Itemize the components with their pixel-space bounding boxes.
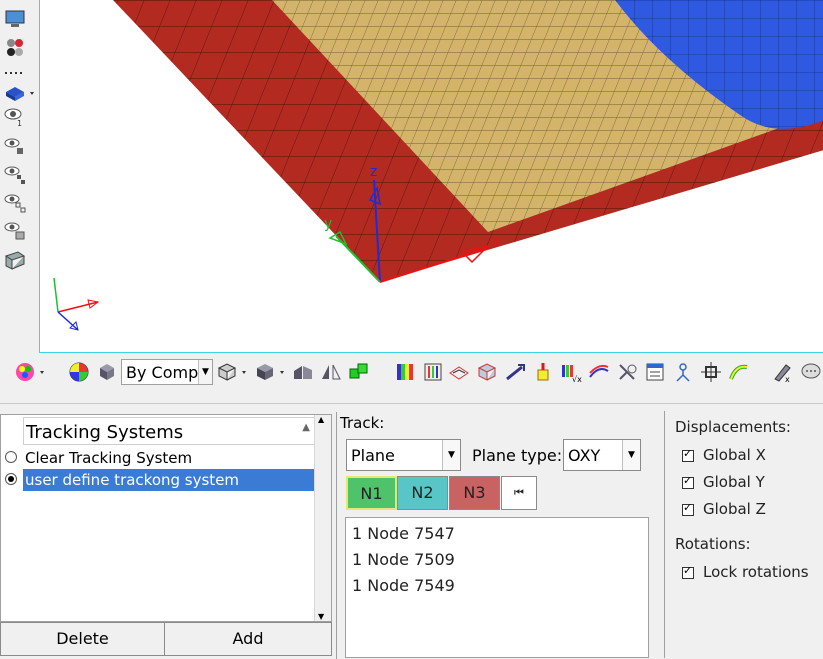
tracking-systems-list[interactable]: Tracking Systems ▲ Clear Tracking System… (0, 414, 332, 622)
list-item[interactable]: 1 Node 7547 (352, 524, 455, 543)
axis-label-z: z (370, 164, 377, 180)
axis-label-x: x (492, 234, 500, 250)
color-wheel-icon[interactable] (68, 361, 90, 383)
node-list[interactable]: 1 Node 7547 1 Node 7509 1 Node 7549 (345, 517, 649, 658)
query-results-icon[interactable]: √x (560, 361, 582, 383)
eye-select-icon[interactable] (3, 136, 27, 158)
legend-icon[interactable] (422, 361, 444, 383)
n1-button[interactable]: N1 (346, 476, 397, 510)
axis-label-y: y (324, 216, 332, 232)
reset-nodes-button[interactable]: ⏮ (501, 476, 537, 510)
divider (664, 411, 665, 658)
chevron-down-icon[interactable]: ▼ (198, 360, 212, 384)
radio-clear-tracking[interactable] (5, 451, 17, 463)
svg-text:x: x (785, 375, 790, 383)
wireframe-cube-icon[interactable] (216, 361, 250, 383)
tensor-plot-icon[interactable] (532, 361, 554, 383)
sort-icon[interactable]: ▲ (302, 422, 310, 433)
n3-button[interactable]: N3 (449, 476, 500, 510)
left-toolbar: 1 (0, 0, 38, 350)
plane-type-select[interactable]: OXY ▼ (563, 439, 641, 471)
global-z-checkbox[interactable] (682, 501, 694, 516)
skip-back-icon: ⏮ (514, 486, 524, 499)
list-item[interactable]: Clear Tracking System (23, 447, 316, 469)
layer-cube-icon[interactable] (3, 82, 37, 104)
list-item-selected[interactable]: user define trackong system (23, 469, 316, 491)
lock-rotations-checkbox[interactable] (682, 564, 694, 579)
list-item-label: user define trackong system (25, 471, 240, 489)
svg-text:√x: √x (572, 375, 582, 383)
tracking-systems-header[interactable]: Tracking Systems ▲ (23, 417, 316, 445)
color-mode-value: By Comp (126, 363, 199, 382)
track-label: Track: (340, 414, 385, 432)
dotted-line-icon[interactable] (3, 62, 27, 84)
eye-hierarchy-icon[interactable] (3, 192, 27, 214)
plane-type-label: Plane type: (472, 446, 563, 465)
global-y-label: Global Y (703, 473, 765, 491)
list-item[interactable]: 1 Node 7509 (352, 550, 455, 569)
monitor-icon[interactable] (3, 8, 27, 30)
component-color-icon[interactable] (96, 361, 118, 383)
tracking-system-icon[interactable] (700, 361, 722, 383)
model-render: z y x (53, 0, 823, 331)
divider (336, 412, 337, 659)
iso-cube-icon[interactable] (476, 361, 498, 383)
deformed-shape-icon[interactable] (448, 361, 470, 383)
grid-icon[interactable] (3, 248, 27, 270)
global-z-label: Global Z (703, 500, 766, 518)
plane-type-value: OXY (568, 446, 601, 465)
lock-rotations-label: Lock rotations (703, 563, 809, 581)
eye-group-icon[interactable] (3, 220, 27, 242)
add-button[interactable]: Add (164, 622, 332, 656)
track-type-value: Plane (351, 446, 395, 465)
track-type-select[interactable]: Plane ▼ (346, 439, 461, 471)
list-scrollbar[interactable]: ▲ ▼ (314, 415, 331, 621)
n2-button[interactable]: N2 (397, 476, 448, 510)
global-y-checkbox[interactable] (682, 474, 694, 489)
spheres-icon[interactable] (3, 36, 27, 58)
note-icon[interactable] (644, 361, 666, 383)
shaded-cube-icon[interactable] (254, 361, 288, 383)
measure-icon[interactable] (672, 361, 694, 383)
delete-button[interactable]: Delete (0, 622, 165, 656)
curve-icon[interactable] (728, 361, 750, 383)
edit-script-icon[interactable]: x (772, 361, 794, 383)
vector-plot-icon[interactable] (504, 361, 526, 383)
mirror-icon[interactable] (320, 361, 342, 383)
eye-icon[interactable]: 1 (3, 106, 27, 128)
global-x-checkbox[interactable] (682, 447, 694, 462)
comment-icon[interactable] (800, 361, 822, 383)
radio-user-tracking[interactable] (5, 473, 17, 485)
rotations-label: Rotations: (675, 535, 751, 553)
color-mode-select[interactable]: By Comp ▼ (121, 359, 213, 385)
list-item[interactable]: 1 Node 7549 (352, 576, 455, 595)
scroll-down-icon[interactable]: ▼ (318, 612, 324, 621)
color-palette-icon[interactable] (14, 361, 48, 383)
contour-icon[interactable] (394, 361, 416, 383)
section-cut-icon[interactable] (616, 361, 638, 383)
global-x-label: Global X (703, 446, 766, 464)
global-triad (53, 277, 100, 331)
eye-tree-icon[interactable] (3, 164, 27, 186)
visualization-toolbar: By Comp ▼ √x x (0, 355, 823, 391)
graphics-viewport[interactable]: z y x (39, 0, 823, 353)
components-icon[interactable] (348, 361, 370, 383)
scroll-up-icon[interactable]: ▲ (318, 415, 324, 424)
feature-lines-icon[interactable] (292, 361, 314, 383)
list-item-label: Clear Tracking System (25, 449, 193, 467)
tracking-systems-title: Tracking Systems (26, 422, 184, 443)
streamline-icon[interactable] (588, 361, 610, 383)
svg-text:1: 1 (17, 119, 22, 128)
chevron-down-icon[interactable]: ▼ (442, 440, 460, 470)
chevron-down-icon[interactable]: ▼ (622, 440, 640, 470)
displacements-label: Displacements: (675, 418, 791, 436)
